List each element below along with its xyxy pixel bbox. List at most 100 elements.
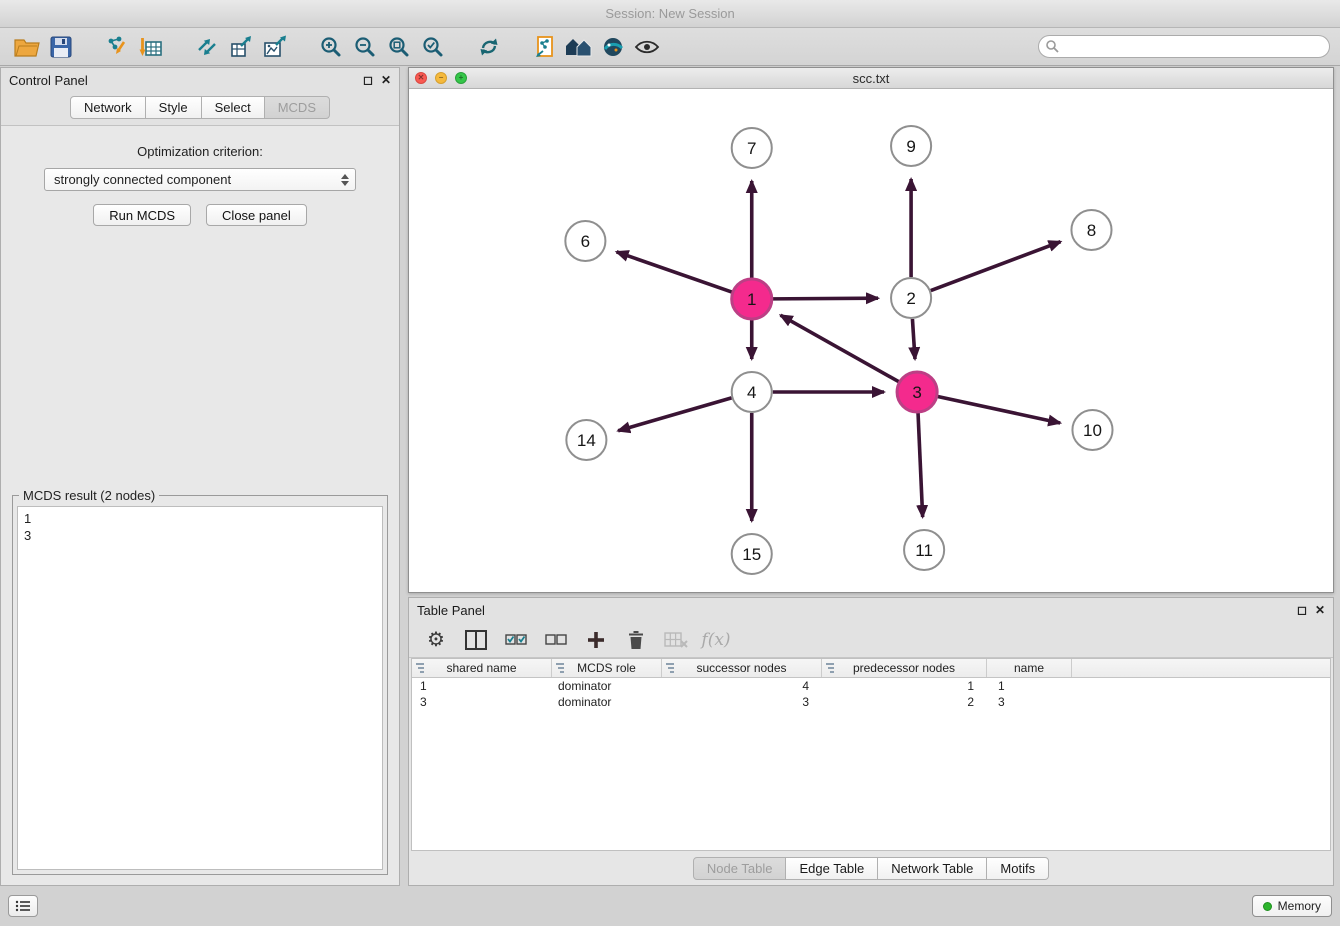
table-cell[interactable]: 2 [822, 695, 987, 709]
import-table-icon[interactable] [134, 32, 168, 62]
graph-node-label: 9 [906, 137, 915, 156]
graph-node-3[interactable]: 3 [897, 372, 937, 412]
table-cell[interactable]: dominator [552, 679, 662, 693]
sort-icon[interactable] [666, 663, 676, 677]
function-builder-icon[interactable]: f(x) [703, 627, 729, 653]
graph-edge-1-6[interactable] [617, 252, 732, 292]
dropdown-stepper-icon [341, 174, 349, 186]
memory-button[interactable]: Memory [1252, 895, 1332, 917]
graph-node-1[interactable]: 1 [732, 279, 772, 319]
table-cell[interactable]: 1 [412, 679, 552, 693]
graph-edge-4-14[interactable] [618, 398, 731, 431]
table-cell[interactable]: 4 [662, 679, 822, 693]
search-field-wrap [1038, 35, 1330, 58]
graph-node-10[interactable]: 10 [1072, 410, 1112, 450]
sort-icon[interactable] [416, 663, 426, 677]
mcds-result-title: MCDS result (2 nodes) [19, 488, 159, 503]
graph-node-9[interactable]: 9 [891, 126, 931, 166]
table-row[interactable]: 3dominator323 [412, 694, 1330, 710]
select-all-columns-icon[interactable] [503, 627, 529, 653]
network-view-window: scc.txt ✕ − + 7968124314101511 [408, 67, 1334, 593]
float-panel-icon[interactable]: ◻ [363, 74, 373, 86]
graph-node-8[interactable]: 8 [1071, 210, 1111, 250]
graph-node-label: 14 [577, 431, 596, 450]
tab-network[interactable]: Network [70, 96, 146, 119]
float-table-panel-icon[interactable]: ◻ [1297, 604, 1307, 616]
eye-icon[interactable] [630, 32, 664, 62]
sort-icon[interactable] [826, 663, 836, 677]
graph-node-7[interactable]: 7 [732, 128, 772, 168]
table-cell[interactable]: 3 [412, 695, 552, 709]
table-cell[interactable]: 3 [662, 695, 822, 709]
table-cell[interactable]: 1 [822, 679, 987, 693]
home-icon[interactable] [562, 32, 596, 62]
mcds-result-list[interactable]: 1 3 [17, 506, 383, 870]
table-row[interactable]: 1dominator411 [412, 678, 1330, 694]
open-session-icon[interactable] [10, 32, 44, 62]
table-settings-gear-icon[interactable]: ⚙ [423, 627, 449, 653]
close-panel-button[interactable]: Close panel [206, 204, 307, 226]
graph-node-2[interactable]: 2 [891, 278, 931, 318]
graph-edge-2-3[interactable] [912, 319, 915, 359]
tab-edge-table[interactable]: Edge Table [785, 857, 878, 880]
table-toolbar: ⚙ f(x) [409, 622, 1333, 658]
close-panel-icon[interactable]: ✕ [381, 74, 391, 86]
graph-node-15[interactable]: 15 [732, 534, 772, 574]
column-header-name[interactable]: name [987, 659, 1072, 677]
import-network-icon[interactable] [100, 32, 134, 62]
zoom-fit-icon[interactable] [382, 32, 416, 62]
refresh-icon[interactable] [472, 32, 506, 62]
tab-motifs[interactable]: Motifs [986, 857, 1049, 880]
graph-node-6[interactable]: 6 [565, 221, 605, 261]
column-header-successor-nodes[interactable]: successor nodes [662, 659, 822, 677]
graph-node-4[interactable]: 4 [732, 372, 772, 412]
tab-node-table[interactable]: Node Table [693, 857, 787, 880]
run-mcds-button[interactable]: Run MCDS [93, 204, 191, 226]
graph-edge-1-2[interactable] [773, 298, 878, 299]
table-header-row: shared name MCDS role successor nodes pr… [412, 659, 1330, 678]
dropdown-selected-value: strongly connected component [54, 172, 341, 187]
mcds-result-fieldset: MCDS result (2 nodes) 1 3 [12, 495, 388, 875]
graph-edge-3-10[interactable] [938, 396, 1060, 423]
search-input[interactable] [1038, 35, 1330, 58]
table-panel: Table Panel ◻ ✕ ⚙ [408, 597, 1334, 886]
tab-mcds[interactable]: MCDS [264, 96, 330, 119]
task-history-button[interactable] [8, 895, 38, 917]
column-header-predecessor-nodes[interactable]: predecessor nodes [822, 659, 987, 677]
sort-icon[interactable] [556, 663, 566, 677]
zoom-in-icon[interactable] [314, 32, 348, 62]
table-cell[interactable]: 1 [987, 679, 1072, 693]
column-header-shared-name[interactable]: shared name [412, 659, 552, 677]
deselect-all-columns-icon[interactable] [543, 627, 569, 653]
style-icon[interactable] [596, 32, 630, 62]
memory-label: Memory [1278, 899, 1321, 913]
delete-table-icon[interactable] [663, 627, 689, 653]
memory-status-icon [1263, 902, 1272, 911]
graph-node-11[interactable]: 11 [904, 530, 944, 570]
close-table-panel-icon[interactable]: ✕ [1315, 604, 1325, 616]
new-network-from-selection-icon[interactable] [528, 32, 562, 62]
zoom-out-icon[interactable] [348, 32, 382, 62]
show-columns-icon[interactable] [463, 627, 489, 653]
status-bar: Memory [0, 886, 1340, 926]
delete-column-icon[interactable] [623, 627, 649, 653]
tab-select[interactable]: Select [201, 96, 265, 119]
graph-edge-2-8[interactable] [931, 242, 1061, 291]
table-cell[interactable]: 3 [987, 695, 1072, 709]
zoom-selected-icon[interactable] [416, 32, 450, 62]
column-header-mcds-role[interactable]: MCDS role [552, 659, 662, 677]
save-session-icon[interactable] [44, 32, 78, 62]
optimization-criterion-dropdown[interactable]: strongly connected component [44, 168, 356, 191]
table-panel-tabs: Node Table Edge Table Network Table Moti… [409, 851, 1333, 885]
tab-style[interactable]: Style [145, 96, 202, 119]
network-canvas[interactable]: 7 9 6 8 1 2 4 3 14 10 15 11 [409, 89, 1333, 592]
export-table-icon[interactable] [224, 32, 258, 62]
graph-edge-3-11[interactable] [918, 413, 923, 517]
graph-edge-3-1[interactable] [781, 315, 899, 381]
graph-node-14[interactable]: 14 [566, 420, 606, 460]
tab-network-table[interactable]: Network Table [877, 857, 987, 880]
export-image-icon[interactable] [258, 32, 292, 62]
table-cell[interactable]: dominator [552, 695, 662, 709]
network-arrows-icon[interactable] [190, 32, 224, 62]
create-column-icon[interactable] [583, 627, 609, 653]
